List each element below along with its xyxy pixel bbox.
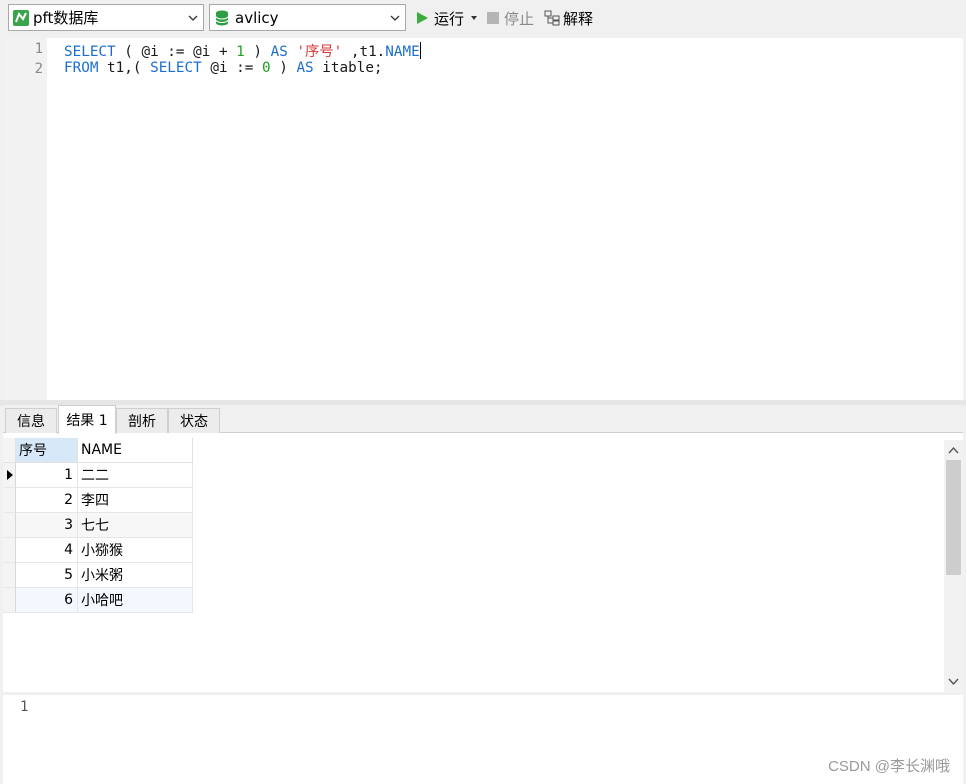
keyword: FROM bbox=[64, 60, 99, 76]
code-line-1[interactable]: SELECT ( @i := @i + 1 ) AS '序号' ,t1.NAME bbox=[64, 40, 421, 61]
number-literal: 1 bbox=[236, 44, 245, 60]
result-tabs: 信息 结果 1 剖析 状态 bbox=[3, 405, 963, 434]
row-header-corner bbox=[3, 438, 16, 463]
keyword: SELECT bbox=[64, 44, 116, 60]
cell-text: 小米粥 bbox=[81, 568, 123, 584]
stop-button[interactable]: 停止 bbox=[487, 7, 534, 29]
chevron-down-icon[interactable] bbox=[187, 12, 199, 24]
keyword: SELECT bbox=[150, 60, 202, 76]
stop-icon bbox=[487, 12, 499, 24]
code-text: ( @i := @i + bbox=[115, 44, 237, 60]
database-name: avlicy bbox=[235, 8, 279, 27]
number-literal: 0 bbox=[262, 60, 271, 76]
cell-text: 1 bbox=[64, 467, 73, 483]
table-cell[interactable]: 5 bbox=[16, 563, 78, 588]
connection-select[interactable]: pft数据库 bbox=[8, 4, 204, 31]
result-pane: 信息 结果 1 剖析 状态 序号 NAME 1 二二 2 李四 3 七七 4 小… bbox=[3, 405, 963, 692]
line-number: 2 bbox=[34, 61, 43, 77]
vertical-scrollbar[interactable] bbox=[944, 440, 963, 692]
cell-text: 5 bbox=[64, 567, 73, 583]
cell-text: 6 bbox=[64, 592, 73, 608]
table-cell[interactable]: 1 bbox=[16, 463, 78, 488]
table-cell[interactable]: 小哈吧 bbox=[78, 588, 193, 613]
row-indicator[interactable] bbox=[3, 538, 16, 563]
tab-info[interactable]: 信息 bbox=[5, 408, 57, 433]
string-literal: '序号' bbox=[296, 44, 343, 60]
database-select[interactable]: avlicy bbox=[209, 4, 406, 31]
caret-down-icon[interactable] bbox=[470, 15, 478, 21]
column-header-seq[interactable]: 序号 bbox=[16, 438, 78, 463]
play-icon bbox=[417, 12, 428, 24]
column-header-name[interactable]: NAME bbox=[78, 438, 193, 463]
line-number: 1 bbox=[34, 41, 43, 57]
cell-text: 小哈吧 bbox=[81, 593, 123, 609]
code-text: @i := bbox=[201, 60, 263, 76]
table-cell[interactable]: 小米粥 bbox=[78, 563, 193, 588]
database-icon bbox=[215, 10, 229, 25]
cell-text: 4 bbox=[64, 542, 73, 558]
run-label: 运行 bbox=[434, 9, 465, 28]
code-text: ) bbox=[244, 44, 271, 60]
status-pane: 1 bbox=[3, 695, 963, 784]
scroll-up-icon[interactable] bbox=[947, 444, 960, 457]
column-header-label: NAME bbox=[81, 442, 122, 458]
stop-label: 停止 bbox=[504, 9, 535, 28]
chevron-down-icon[interactable] bbox=[389, 12, 401, 24]
tab-label: 剖析 bbox=[128, 414, 156, 430]
code-line-2[interactable]: FROM t1,( SELECT @i := 0 ) AS itable; bbox=[64, 60, 383, 76]
table-cell[interactable]: 七七 bbox=[78, 513, 193, 538]
row-indicator[interactable] bbox=[3, 588, 16, 613]
status-line-number: 1 bbox=[20, 699, 29, 715]
keyword: AS bbox=[296, 60, 314, 76]
scrollbar-thumb[interactable] bbox=[946, 460, 961, 575]
row-indicator[interactable] bbox=[3, 513, 16, 538]
row-indicator[interactable] bbox=[3, 563, 16, 588]
table-cell[interactable]: 3 bbox=[16, 513, 78, 538]
keyword: AS bbox=[270, 44, 288, 60]
code-text: ,t1. bbox=[342, 44, 386, 60]
toolbar: pft数据库 avlicy 运行 停止 解释 bbox=[0, 0, 966, 36]
cell-text: 二二 bbox=[81, 468, 109, 484]
cell-text: 2 bbox=[64, 492, 73, 508]
tab-profile[interactable]: 剖析 bbox=[116, 408, 168, 433]
field-name: NAME bbox=[385, 44, 420, 60]
scroll-down-icon[interactable] bbox=[947, 675, 960, 688]
tab-label: 结果 1 bbox=[66, 413, 108, 429]
table-cell[interactable]: 4 bbox=[16, 538, 78, 563]
table-cell[interactable]: 小猕猴 bbox=[78, 538, 193, 563]
connection-icon bbox=[13, 9, 29, 26]
line-number-gutter: 1 2 bbox=[3, 38, 47, 400]
explain-button[interactable]: 解释 bbox=[544, 7, 593, 29]
table-cell[interactable]: 二二 bbox=[78, 463, 193, 488]
table-cell[interactable]: 李四 bbox=[78, 488, 193, 513]
row-indicator[interactable] bbox=[3, 463, 16, 488]
run-button[interactable]: 运行 bbox=[416, 7, 478, 29]
tab-result-1[interactable]: 结果 1 bbox=[58, 405, 116, 434]
code-text: ) bbox=[270, 60, 297, 76]
tab-label: 状态 bbox=[180, 414, 208, 430]
sql-editor[interactable]: 1 2 SELECT ( @i := @i + 1 ) AS '序号' ,t1.… bbox=[3, 38, 963, 400]
explain-icon bbox=[544, 10, 560, 26]
tab-label: 信息 bbox=[17, 414, 45, 430]
cell-text: 小猕猴 bbox=[81, 543, 123, 559]
text-caret bbox=[419, 42, 421, 59]
code-text: itable; bbox=[313, 60, 383, 76]
connection-name: pft数据库 bbox=[33, 9, 99, 27]
code-text: t1,( bbox=[98, 60, 151, 76]
row-indicator[interactable] bbox=[3, 488, 16, 513]
table-cell[interactable]: 6 bbox=[16, 588, 78, 613]
explain-label: 解释 bbox=[563, 9, 594, 28]
column-header-label: 序号 bbox=[19, 443, 47, 459]
table-cell[interactable]: 2 bbox=[16, 488, 78, 513]
tab-status[interactable]: 状态 bbox=[168, 408, 220, 433]
cell-text: 七七 bbox=[81, 518, 109, 534]
watermark: CSDN @李长渊哦 bbox=[828, 758, 950, 775]
cell-text: 李四 bbox=[81, 493, 109, 509]
cell-text: 3 bbox=[64, 517, 73, 533]
